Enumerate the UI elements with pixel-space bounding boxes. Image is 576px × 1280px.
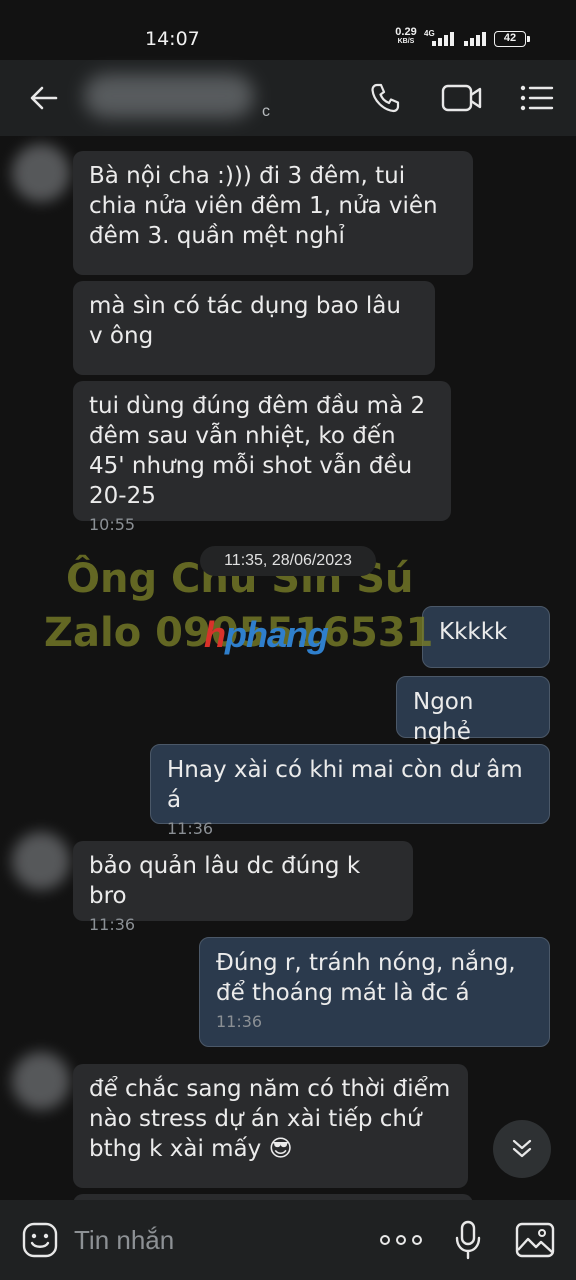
battery-level: 42	[503, 32, 517, 44]
message-list[interactable]: Bà nội cha :))) đi 3 đêm, tui chia nửa v…	[0, 136, 576, 1200]
message-input[interactable]	[74, 1220, 354, 1260]
message-bubble[interactable]: Ngon nghẻ	[396, 676, 550, 745]
back-button[interactable]	[16, 60, 72, 136]
watermark-logo-a: h	[204, 614, 226, 655]
network-speed: 0.29 KB/S	[392, 26, 420, 46]
menu-icon	[520, 85, 554, 111]
message-text: Hnay xài có khi mai còn dư âm á	[167, 757, 523, 813]
image-button[interactable]	[512, 1200, 558, 1280]
more-button[interactable]	[376, 1200, 426, 1280]
watermark-logo-b: phang	[225, 614, 329, 655]
date-separator: 11:35, 28/06/2023	[200, 546, 376, 576]
message-bubble[interactable]: bảo quản lâu dc đúng k bro 11:36	[73, 841, 413, 934]
message-text: để chắc sang năm có thời điểm nào stress…	[89, 1076, 451, 1162]
avatar[interactable]	[12, 1052, 70, 1110]
message-bubble[interactable]: tui dùng đúng đêm đầu mà 2 đêm sau vẫn n…	[73, 381, 451, 534]
message-bubble[interactable]: để chắc sang năm có thời điểm nào stress…	[73, 1064, 468, 1188]
voice-button[interactable]	[448, 1200, 488, 1280]
back-arrow-icon	[30, 86, 58, 110]
message-bubble[interactable]: mà sìn có tác dụng bao lâu v ông	[73, 281, 435, 375]
video-call-button[interactable]	[438, 60, 486, 136]
signal-icon	[432, 30, 462, 46]
status-time: 14:07	[145, 28, 200, 50]
message-text: Đúng r, tránh nóng, nắng, để thoáng mát …	[216, 950, 516, 1006]
emoji-icon	[22, 1222, 58, 1258]
video-call-icon	[441, 84, 482, 112]
message-text: bảo quản lâu dc đúng k bro	[89, 853, 361, 909]
phone-icon	[371, 83, 400, 113]
message-time: 11:36	[89, 915, 136, 934]
menu-button[interactable]	[514, 60, 560, 136]
network-speed-value: 0.29	[395, 26, 417, 38]
battery-icon: 42	[494, 31, 530, 47]
message-text: Ngon nghẻ	[413, 689, 474, 745]
scroll-to-bottom-button[interactable]	[493, 1120, 551, 1178]
message-text: tui dùng đúng đêm đầu mà 2 đêm sau vẫn n…	[89, 393, 426, 509]
message-text: Bà nội cha :))) đi 3 đêm, tui chia nửa v…	[89, 163, 438, 249]
status-bar: 14:07 0.29 KB/S 4G 42	[0, 0, 576, 60]
message-bubble[interactable]: Kkkkk	[422, 606, 550, 668]
message-time: 11:36	[167, 819, 214, 838]
contact-status: c	[262, 103, 270, 120]
message-text: mà sìn có tác dụng bao lâu v ông	[89, 293, 401, 349]
message-bubble[interactable]: Bà nội cha :))) đi 3 đêm, tui chia nửa v…	[73, 151, 473, 275]
avatar[interactable]	[12, 144, 70, 202]
message-time: 11:36	[216, 1012, 263, 1031]
more-icon	[380, 1235, 422, 1245]
message-time: 10:55	[89, 515, 136, 534]
image-icon	[515, 1222, 555, 1258]
double-chevron-down-icon	[512, 1139, 532, 1158]
contact-name[interactable]	[84, 74, 254, 118]
signal-icon-2	[464, 30, 494, 46]
avatar[interactable]	[12, 832, 70, 890]
network-speed-unit: KB/S	[397, 38, 415, 45]
message-bubble[interactable]: Hnay xài có khi mai còn dư âm á 11:36	[150, 744, 550, 838]
chat-header: c	[0, 60, 576, 136]
message-composer	[0, 1200, 576, 1280]
call-button[interactable]	[360, 60, 410, 136]
message-bubble[interactable]: Đúng r, tránh nóng, nắng, để thoáng mát …	[199, 937, 550, 1047]
watermark-logo: hphang	[204, 614, 329, 656]
microphone-icon	[455, 1220, 481, 1260]
message-text: Kkkkk	[439, 619, 508, 645]
emoji-button[interactable]	[18, 1200, 62, 1280]
